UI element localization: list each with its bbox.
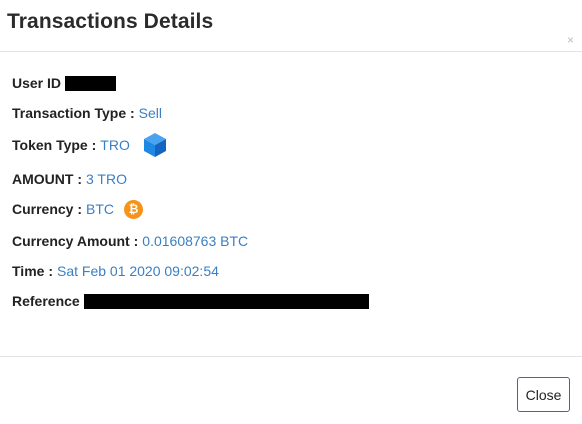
currency-amount-value: 0.01608763 BTC xyxy=(142,233,249,249)
currency-value: BTC xyxy=(86,201,115,217)
reference-label: Reference xyxy=(12,293,80,309)
close-button[interactable]: Close xyxy=(517,377,570,412)
time-label: Time : xyxy=(12,263,53,279)
user-id-label: User ID xyxy=(12,75,62,91)
transaction-details-modal: Transactions Details × User ID Transacti… xyxy=(0,0,582,424)
token-type-row: Token Type : TRO xyxy=(12,132,167,158)
currency-row: Currency : BTC ₿ xyxy=(12,199,144,219)
cube-icon xyxy=(143,132,167,158)
time-value: Sat Feb 01 2020 09:02:54 xyxy=(56,263,219,279)
currency-amount-row: Currency Amount : 0.01608763 BTC xyxy=(12,231,248,251)
reference-row: Reference xyxy=(12,291,369,311)
currency-amount-label: Currency Amount : xyxy=(12,233,139,249)
close-icon[interactable]: × xyxy=(567,33,574,47)
token-type-label: Token Type : xyxy=(12,137,97,153)
user-id-redacted xyxy=(65,75,117,91)
transaction-type-label: Transaction Type : xyxy=(12,105,135,121)
modal-footer: Close xyxy=(0,357,582,424)
modal-header: Transactions Details × xyxy=(0,0,582,52)
token-type-value: TRO xyxy=(100,137,130,153)
amount-label: AMOUNT : xyxy=(12,171,82,187)
amount-value: 3 TRO xyxy=(86,171,127,187)
amount-row: AMOUNT : 3 TRO xyxy=(12,169,127,189)
modal-title: Transactions Details xyxy=(7,10,214,33)
user-id-row: User ID xyxy=(12,73,117,93)
currency-label: Currency : xyxy=(12,201,83,217)
bitcoin-icon: ₿ xyxy=(124,199,144,219)
time-row: Time : Sat Feb 01 2020 09:02:54 xyxy=(12,261,219,281)
transaction-type-value: Sell xyxy=(138,105,163,121)
transaction-type-row: Transaction Type : Sell xyxy=(12,103,162,123)
modal-body: User ID Transaction Type : Sell Token Ty… xyxy=(0,52,582,357)
reference-redacted xyxy=(83,293,369,309)
